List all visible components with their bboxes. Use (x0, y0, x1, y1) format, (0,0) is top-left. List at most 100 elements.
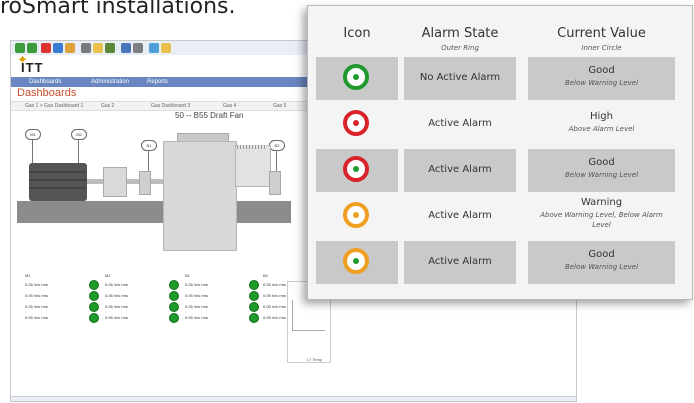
value-circle-icon (353, 120, 359, 126)
history-icon[interactable] (105, 43, 115, 53)
status-ok-icon (89, 313, 99, 323)
status-ok-icon (169, 302, 179, 312)
status-ok-icon (249, 302, 259, 312)
search-icon[interactable] (81, 43, 91, 53)
data-row: 0.06 in/s rms (105, 279, 179, 290)
drive-shaft (87, 179, 167, 184)
data-row: 0.06 in/s rms (105, 312, 179, 323)
sensor-b1[interactable]: B1 (141, 140, 157, 151)
legend-row: Active Alarm High Above Alarm Level (308, 103, 692, 148)
alarm-state-label: No Active Alarm (419, 72, 501, 83)
status-ok-icon (169, 313, 179, 323)
trend-axes (292, 300, 325, 331)
alarm-legend-card: Icon Alarm State Outer Ring Current Valu… (307, 5, 693, 300)
motor (29, 163, 87, 201)
forward-icon[interactable] (27, 43, 37, 53)
diagram-title: 50 -- B55 Draft Fan (175, 111, 244, 120)
bearing-b2 (269, 171, 281, 195)
sensor-m2-stem (78, 139, 79, 163)
nav-administration[interactable]: Administration (91, 77, 129, 87)
data-section-b1: B1 0.05 in/s rms 0.05 in/s rms 0.05 in/s… (185, 273, 259, 323)
legend-icon-cell (316, 103, 398, 146)
bearing-b1 (139, 171, 151, 195)
data-row: 0.05 in/s rms (25, 312, 99, 323)
sensor-m1-stem (32, 139, 33, 163)
legend-value-cell: High Above Alarm Level (528, 103, 675, 146)
machine-base (17, 201, 291, 223)
data-row: 0.05 in/s rms (185, 301, 259, 312)
data-section-m1: M1 0.05 in/s rms 0.05 in/s rms 0.05 in/s… (25, 273, 99, 323)
current-value-label: Good (588, 157, 615, 168)
current-value-sublabel: Below Warning Level (564, 263, 639, 271)
sensor-b2[interactable]: B2 (269, 140, 285, 151)
nav-reports[interactable]: Reports (147, 77, 168, 87)
alarm-ring-icon (343, 156, 369, 182)
favorites-icon[interactable] (93, 43, 103, 53)
tab-5[interactable]: Gas 5 (273, 102, 286, 110)
legend-state-cell: No Active Alarm (404, 57, 516, 100)
sensor-m1[interactable]: M1 (25, 129, 41, 140)
sensor-m2[interactable]: M2 (71, 129, 87, 140)
refresh-icon[interactable] (53, 43, 63, 53)
legend-value-cell: Good Below Warning Level (528, 57, 675, 100)
value-circle-icon (353, 166, 359, 172)
print-icon[interactable] (133, 43, 143, 53)
status-ok-icon (249, 313, 259, 323)
trend-legend: LT Temp (307, 357, 323, 362)
coupling (103, 167, 127, 197)
stop-icon[interactable] (41, 43, 51, 53)
status-ok-icon (89, 291, 99, 301)
browser-status-bar (11, 396, 576, 401)
status-ok-icon (249, 280, 259, 290)
legend-icon-cell (316, 241, 398, 284)
tab-3[interactable]: Gas Dashboard 3 (151, 102, 190, 110)
legend-row: Active Alarm Good Below Warning Level (308, 241, 692, 286)
discuss-icon[interactable] (161, 43, 171, 53)
fan-outlet (235, 145, 271, 187)
motor-fin (29, 187, 87, 189)
value-circle-icon (353, 212, 359, 218)
legend-row: Active Alarm Warning Above Warning Level, … (308, 195, 692, 240)
data-section-m2: M2 0.06 in/s rms 0.06 in/s rms 0.06 in/s… (105, 273, 179, 323)
back-icon[interactable] (15, 43, 25, 53)
fan-body (163, 141, 237, 251)
legend-row: Active Alarm Good Below Warning Level (308, 149, 692, 194)
legend-value-cell: Good Below Warning Level (528, 149, 675, 192)
col-state-subheader: Outer Ring (441, 44, 479, 52)
sensor-b1-stem (148, 150, 149, 172)
current-value-sublabel: Below Warning Level (564, 79, 639, 87)
alarm-ring-icon (343, 64, 369, 90)
data-row: 0.05 in/s rms (25, 279, 99, 290)
data-row: 0.05 in/s rms (185, 279, 259, 290)
current-value-sublabel: Below Warning Level (564, 171, 639, 179)
tab-2[interactable]: Gas 2 (101, 102, 114, 110)
legend-icon-cell (316, 149, 398, 192)
tab-1[interactable]: Gas 1 > Gas Dashboard 1 (25, 102, 83, 110)
legend-state-cell: Active Alarm (404, 149, 516, 192)
nav-dashboards[interactable]: Dashboards (29, 77, 61, 87)
value-circle-icon (353, 74, 359, 80)
current-value-label: Warning (580, 197, 623, 208)
legend-value-cell: Good Below Warning Level (528, 241, 675, 284)
data-row: 0.06 in/s rms (105, 290, 179, 301)
data-row: 0.05 in/s rms (185, 312, 259, 323)
tab-4[interactable]: Gas 4 (223, 102, 236, 110)
data-row: 0.05 in/s rms (25, 301, 99, 312)
current-value-label: Good (588, 65, 615, 76)
col-icon-header: Icon (343, 26, 371, 41)
edit-icon[interactable] (149, 43, 159, 53)
legend-icon-cell (316, 195, 398, 238)
motor-fin (29, 171, 87, 173)
alarm-state-label: Active Alarm (428, 164, 492, 175)
itt-logo: ITT (21, 60, 44, 75)
alarm-state-label: Active Alarm (428, 210, 492, 221)
mail-icon[interactable] (121, 43, 131, 53)
col-value-subheader: Inner Circle (581, 44, 622, 52)
alarm-ring-icon (343, 202, 369, 228)
alarm-ring-icon (343, 110, 369, 136)
status-ok-icon (249, 291, 259, 301)
home-icon[interactable] (65, 43, 75, 53)
status-ok-icon (89, 302, 99, 312)
status-ok-icon (89, 280, 99, 290)
alarm-state-label: Active Alarm (428, 256, 492, 267)
